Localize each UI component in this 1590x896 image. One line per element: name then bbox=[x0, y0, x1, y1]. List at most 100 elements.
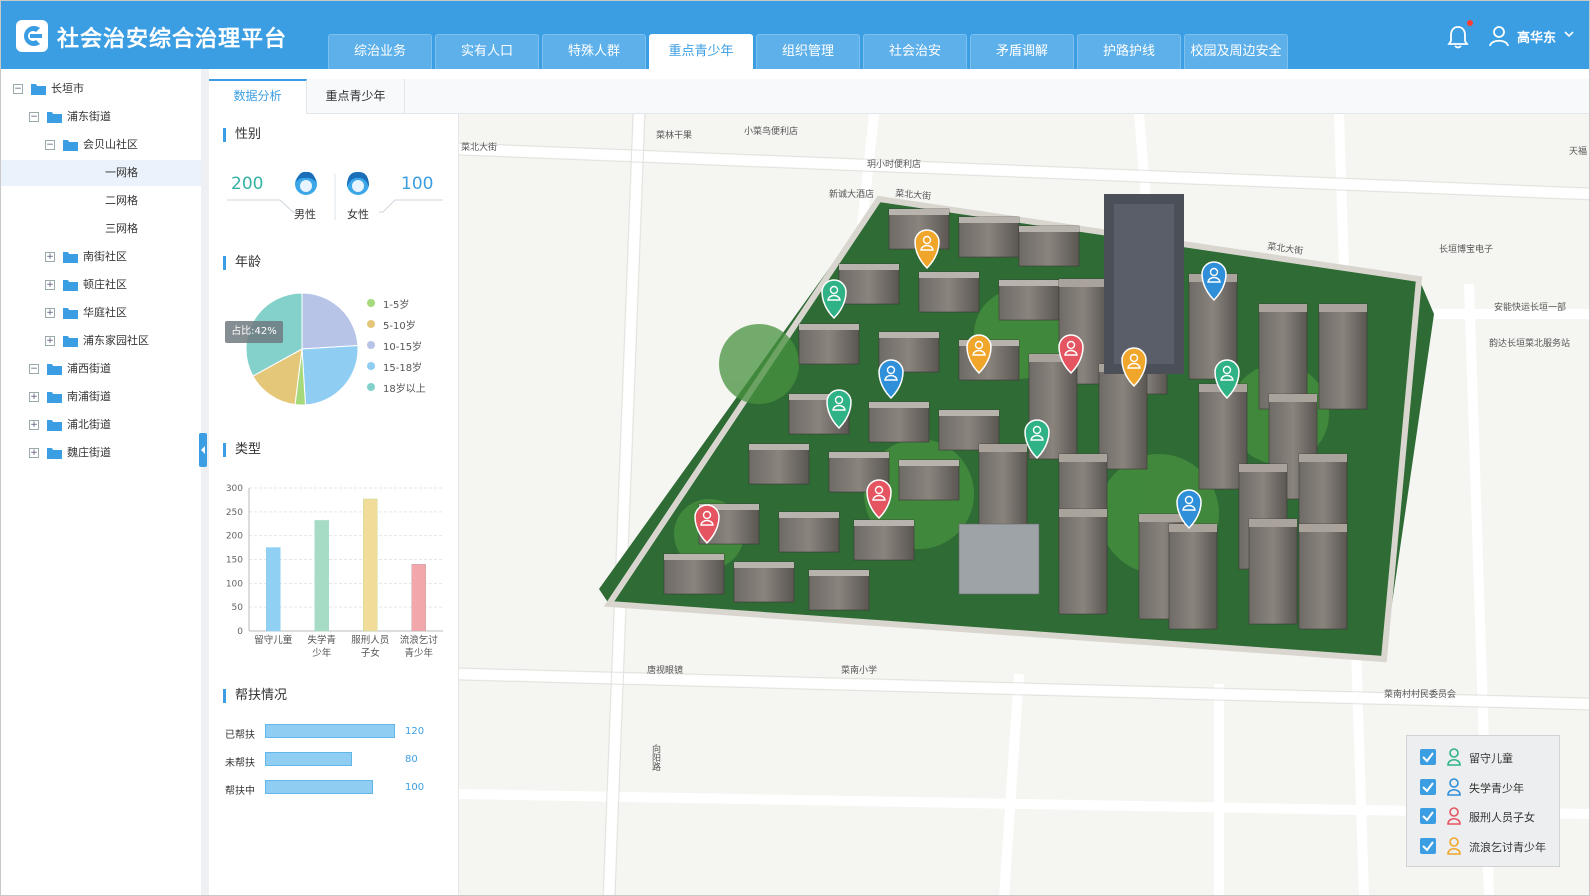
tree-node[interactable]: 二网格 bbox=[1, 188, 201, 214]
building bbox=[958, 523, 1040, 595]
user-icon[interactable] bbox=[1489, 25, 1509, 47]
map-legend-item[interactable]: 流浪乞讨青少年 bbox=[1420, 836, 1560, 855]
checkbox-checked-icon[interactable] bbox=[1420, 808, 1436, 824]
pie-slice[interactable] bbox=[301, 292, 359, 350]
nav-tab-6[interactable]: 社会治安 bbox=[863, 34, 967, 69]
map-label: 菜南村村民委员会 bbox=[1384, 688, 1456, 700]
nav-tab-9[interactable]: 校园及周边安全 bbox=[1184, 34, 1288, 69]
nav-tab-2[interactable]: 实有人口 bbox=[435, 34, 539, 69]
tree-node-label: 三网格 bbox=[105, 222, 138, 235]
x-tick-label: 青少年 bbox=[404, 647, 433, 659]
collapse-icon[interactable]: − bbox=[29, 112, 39, 122]
pie-tooltip: 占比:42% bbox=[225, 321, 283, 343]
nav-tab-5[interactable]: 组织管理 bbox=[756, 34, 860, 69]
folder-icon bbox=[63, 308, 78, 319]
folder-icon bbox=[47, 392, 62, 403]
tree-node-label: 浦东家园社区 bbox=[83, 334, 149, 347]
checkbox-checked-icon[interactable] bbox=[1420, 778, 1436, 795]
nav-tab-4[interactable]: 重点青少年 bbox=[649, 34, 753, 69]
nav-tab-8[interactable]: 护路护线 bbox=[1077, 34, 1181, 69]
nav-tab-1[interactable]: 综治业务 bbox=[328, 34, 432, 69]
tree-node-label: 华庭社区 bbox=[83, 306, 127, 319]
stats-panel: 性别 200 男性 女性 100 年龄 占比:42% 1-5岁 5-10岁 10-1… bbox=[209, 114, 459, 895]
legend-label: 18岁以上 bbox=[383, 384, 426, 395]
help-bar[interactable] bbox=[265, 752, 352, 766]
map-legend-label: 服刑人员子女 bbox=[1469, 811, 1535, 824]
tree-node-label: 二网格 bbox=[105, 194, 138, 207]
folder-icon bbox=[47, 420, 62, 431]
tree-node-label: 浦东街道 bbox=[67, 110, 111, 123]
map-label: 天福 bbox=[1569, 145, 1587, 157]
tree-node[interactable]: + 浦东家园社区 bbox=[1, 328, 201, 354]
bell-icon[interactable] bbox=[1447, 25, 1469, 49]
map-label: 安能快运长垣一部 bbox=[1494, 301, 1566, 313]
expand-icon[interactable]: + bbox=[45, 252, 55, 262]
map-legend: 留守儿童失学青少年服刑人员子女 流浪乞讨青少年 bbox=[1406, 735, 1560, 867]
map-legend-item[interactable]: 服刑人员子女 bbox=[1420, 807, 1560, 825]
tree-node[interactable]: + 魏庄街道 bbox=[1, 440, 201, 466]
tree-node[interactable]: + 南街社区 bbox=[1, 244, 201, 270]
user-name[interactable]: 高华东 bbox=[1517, 27, 1556, 46]
tab-data-analysis[interactable]: 数据分析 bbox=[209, 79, 307, 114]
map-legend-label: 留守儿童 bbox=[1469, 752, 1513, 765]
tree-node-label: 南浦街道 bbox=[67, 390, 111, 403]
bar[interactable] bbox=[411, 564, 426, 632]
map-label: 韵达长垣菜北服务站 bbox=[1489, 337, 1570, 349]
tree-node[interactable]: − 长垣市 bbox=[1, 76, 201, 102]
category-section-title: 类型 bbox=[223, 443, 261, 457]
tab-key-youth[interactable]: 重点青少年 bbox=[307, 79, 405, 114]
category-bar-chart: 0 50 100 150 200 250 300 留守儿童 失学青少年 服刑人员子女 流浪乞讨青少年 bbox=[226, 484, 443, 659]
building bbox=[1168, 523, 1218, 630]
y-tick-label: 300 bbox=[226, 484, 243, 494]
person-icon bbox=[1447, 777, 1461, 796]
tree-node-label: 南街社区 bbox=[83, 250, 127, 263]
checkbox-checked-icon[interactable] bbox=[1420, 749, 1436, 765]
expand-icon[interactable]: + bbox=[29, 448, 39, 458]
bar[interactable] bbox=[363, 498, 378, 632]
female-count: 100 bbox=[401, 174, 434, 194]
folder-icon bbox=[63, 140, 78, 151]
age-legend: 1-5岁 5-10岁 10-15岁 15-18岁 18岁以上 bbox=[367, 296, 457, 406]
person-icon bbox=[1447, 836, 1461, 855]
tree-node-label: 长垣市 bbox=[51, 82, 84, 95]
expand-icon[interactable]: + bbox=[29, 420, 39, 430]
map-legend-item[interactable]: 失学青少年 bbox=[1420, 777, 1560, 796]
map-legend-label: 流浪乞讨青少年 bbox=[1469, 840, 1546, 854]
x-tick-label: 留守儿童 bbox=[254, 634, 293, 646]
tree-node[interactable]: − 会贝山社区 bbox=[1, 132, 201, 158]
tree-node[interactable]: + 华庭社区 bbox=[1, 300, 201, 326]
collapse-icon[interactable]: − bbox=[13, 84, 23, 94]
legend-dot bbox=[367, 383, 375, 391]
tree-node[interactable]: + 顿庄社区 bbox=[1, 272, 201, 298]
collapse-sidebar-button[interactable] bbox=[199, 433, 207, 467]
tree-node[interactable]: 一网格 bbox=[1, 160, 201, 186]
map-label: 唐视眼镜 bbox=[647, 664, 683, 676]
help-bar[interactable] bbox=[265, 780, 374, 794]
expand-icon[interactable]: + bbox=[45, 280, 55, 290]
age-section-title: 年龄 bbox=[223, 256, 261, 270]
tree-node[interactable]: 三网格 bbox=[1, 216, 201, 242]
tree-node[interactable]: − 浦西街道 bbox=[1, 356, 201, 382]
tree-node[interactable]: + 浦北街道 bbox=[1, 412, 201, 438]
chevron-down-icon[interactable] bbox=[1563, 29, 1575, 39]
expand-icon[interactable]: + bbox=[45, 308, 55, 318]
bar[interactable] bbox=[314, 520, 329, 632]
x-tick-label: 子女 bbox=[361, 647, 380, 659]
collapse-icon[interactable]: − bbox=[29, 364, 39, 374]
map-legend-item[interactable]: 留守儿童 bbox=[1420, 748, 1560, 766]
nav-tab-3[interactable]: 特殊人群 bbox=[542, 34, 646, 69]
nav-tab-7[interactable]: 矛盾调解 bbox=[970, 34, 1074, 69]
expand-icon[interactable]: + bbox=[45, 336, 55, 346]
pie-slice[interactable] bbox=[301, 344, 359, 406]
bar[interactable] bbox=[266, 547, 281, 632]
logo-icon bbox=[16, 20, 48, 52]
tree-node[interactable]: + 南浦街道 bbox=[1, 384, 201, 410]
collapse-icon[interactable]: − bbox=[45, 140, 55, 150]
folder-icon bbox=[47, 112, 62, 123]
tree-node[interactable]: − 浦东街道 bbox=[1, 104, 201, 130]
main-nav: 综治业务 实有人口 特殊人群 重点青少年 组织管理 社会治安 矛盾调解 护路护线 校园及周边安全 bbox=[328, 34, 1291, 69]
expand-icon[interactable]: + bbox=[29, 392, 39, 402]
legend-label: 10-15岁 bbox=[383, 342, 423, 353]
help-bar[interactable] bbox=[265, 724, 395, 738]
checkbox-checked-icon[interactable] bbox=[1420, 837, 1436, 854]
